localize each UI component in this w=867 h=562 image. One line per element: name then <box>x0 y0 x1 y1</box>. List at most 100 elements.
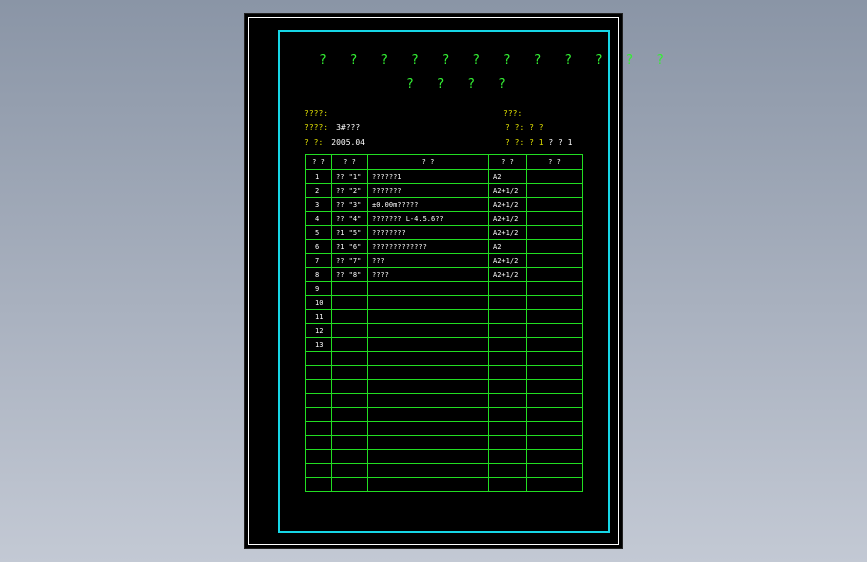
cell-index <box>305 435 332 450</box>
cell-drawing-name <box>367 477 489 492</box>
drawing-sheet: ? ? ? ? ? ? ? ? ? ? ? ? ? ? ? ? ????: ??… <box>244 13 664 549</box>
cell-size <box>488 449 527 464</box>
cell-drawing-no <box>331 435 368 450</box>
table-row: 10 <box>305 295 583 310</box>
cell-drawing-name <box>367 449 489 464</box>
table-row: 11 <box>305 309 583 324</box>
cell-index: 4 <box>305 211 332 226</box>
cell-drawing-no <box>331 463 368 478</box>
cell-size <box>488 337 527 352</box>
info-right-3: ? ?: ? 1 ? ? 1 <box>505 138 572 147</box>
cell-size: A2+1/2 <box>488 225 527 240</box>
cell-size <box>488 463 527 478</box>
table-row: 9 <box>305 281 583 296</box>
cell-drawing-name <box>367 421 489 436</box>
cell-drawing-no <box>331 295 368 310</box>
table-row <box>305 435 583 450</box>
cell-remarks <box>526 295 583 310</box>
table-row <box>305 365 583 380</box>
cell-drawing-name: ??????? L-4.5.6?? <box>367 211 489 226</box>
cell-remarks <box>526 281 583 296</box>
cell-size <box>488 351 527 366</box>
cell-size <box>488 365 527 380</box>
cell-index <box>305 463 332 478</box>
table-row <box>305 379 583 394</box>
cell-size: A2 <box>488 239 527 254</box>
cell-size: A2+1/2 <box>488 197 527 212</box>
cell-drawing-name <box>367 463 489 478</box>
cell-drawing-no <box>331 351 368 366</box>
cell-drawing-no: ?? "8" <box>331 267 368 282</box>
info-label: ? ?: ? ? <box>505 123 544 132</box>
info-label: ???: <box>503 109 523 118</box>
cell-drawing-no: ?? "7" <box>331 253 368 268</box>
cell-index: 9 <box>305 281 332 296</box>
table-row: 12 <box>305 323 583 338</box>
cell-index <box>305 351 332 366</box>
info-label: ????: <box>304 109 329 118</box>
cell-drawing-no <box>331 477 368 492</box>
cell-remarks <box>526 267 583 282</box>
cell-remarks <box>526 309 583 324</box>
cell-drawing-no: ?? "4" <box>331 211 368 226</box>
cell-remarks <box>526 211 583 226</box>
cell-size <box>488 379 527 394</box>
cell-size <box>488 309 527 324</box>
cell-remarks <box>526 463 583 478</box>
cell-size <box>488 407 527 422</box>
cell-remarks <box>526 197 583 212</box>
cell-drawing-no <box>331 393 368 408</box>
info-right-1: ???: <box>503 109 522 118</box>
cell-index <box>305 421 332 436</box>
drawing-list-table: ? ? ? ? ? ? ? ? ? ? 1?? "1" ??????1 A2 2?? … <box>305 154 583 492</box>
cell-drawing-name <box>367 407 489 422</box>
cell-drawing-no <box>331 309 368 324</box>
cell-index <box>305 477 332 492</box>
cell-size <box>488 323 527 338</box>
cell-drawing-name <box>367 351 489 366</box>
cell-drawing-no: ?? "3" <box>331 197 368 212</box>
cell-drawing-name <box>367 337 489 352</box>
cell-drawing-no <box>331 323 368 338</box>
cell-index <box>305 449 332 464</box>
cell-index: 13 <box>305 337 332 352</box>
info-label: ? ?: <box>304 138 324 147</box>
cell-drawing-name <box>367 393 489 408</box>
cell-size: A2+1/2 <box>488 183 527 198</box>
info-label: ? ?: ? 1 <box>505 138 544 147</box>
cell-size <box>488 281 527 296</box>
cell-remarks <box>526 379 583 394</box>
table-row: 2?? "2"??????? A2+1/2 <box>305 183 583 198</box>
cell-size <box>488 477 527 492</box>
cell-drawing-no <box>331 407 368 422</box>
header-drawing-no: ? ? <box>331 154 368 170</box>
table-body: 1?? "1" ??????1 A2 2?? "2"??????? A2+1/2 3?? … <box>305 169 583 492</box>
cell-drawing-no <box>331 281 368 296</box>
cell-drawing-name: ??? <box>367 253 489 268</box>
cell-remarks <box>526 435 583 450</box>
cell-remarks <box>526 351 583 366</box>
cell-size <box>488 435 527 450</box>
info-left-3: ? ?: 2005.04 <box>304 138 365 147</box>
cell-remarks <box>526 393 583 408</box>
info-value: 3#??? <box>336 123 361 132</box>
cell-index: 3 <box>305 197 332 212</box>
cell-drawing-name: ??????? <box>367 183 489 198</box>
table-row <box>305 463 583 478</box>
cell-drawing-name <box>367 281 489 296</box>
cell-drawing-name: ???? <box>367 267 489 282</box>
cell-index <box>305 407 332 422</box>
cell-index: 7 <box>305 253 332 268</box>
info-label: ????: <box>304 123 329 132</box>
table-row: 6 ?1 "6"????????????? A2 <box>305 239 583 254</box>
cell-remarks <box>526 169 583 184</box>
table-row: 13 <box>305 337 583 352</box>
cell-size <box>488 421 527 436</box>
cell-drawing-name <box>367 379 489 394</box>
cell-index: 10 <box>305 295 332 310</box>
info-right-2: ? ?: ? ? <box>505 123 544 132</box>
table-row <box>305 407 583 422</box>
cell-size: A2+1/2 <box>488 253 527 268</box>
cell-size: A2+1/2 <box>488 211 527 226</box>
cell-drawing-name <box>367 295 489 310</box>
